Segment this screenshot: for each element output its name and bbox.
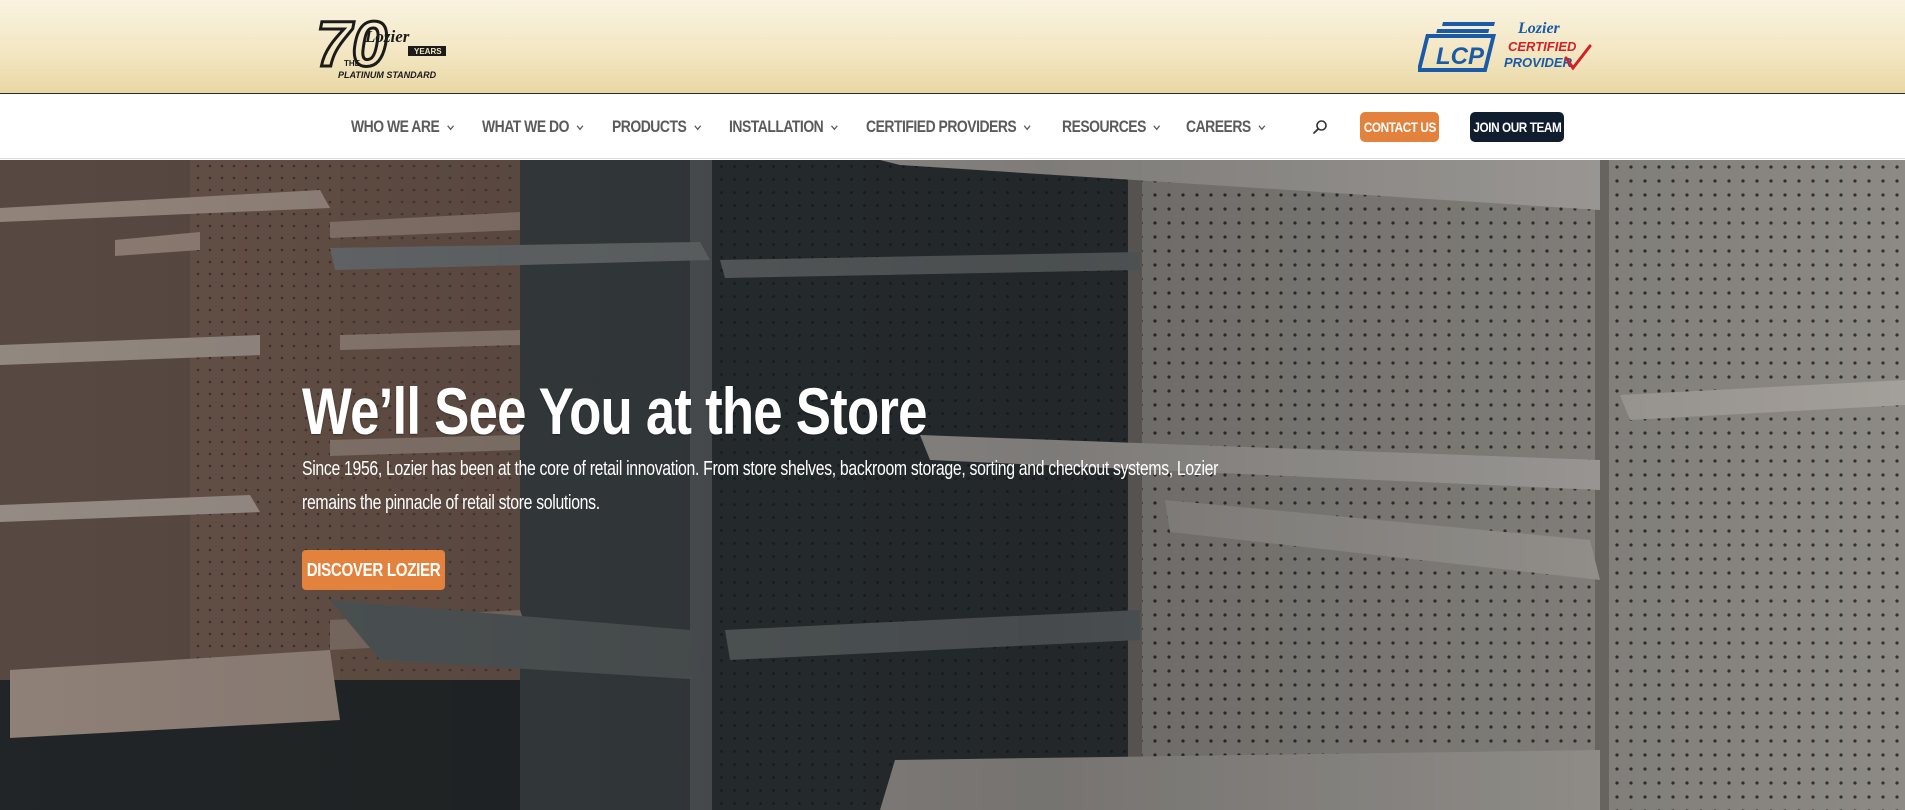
nav-certified-providers[interactable]: CERTIFIED PROVIDERS xyxy=(866,95,1031,159)
join-our-team-label: JOIN OUR TEAM xyxy=(1473,119,1561,135)
discover-lozier-button[interactable]: DISCOVER LOZIER xyxy=(302,550,445,590)
nav-products[interactable]: PRODUCTS xyxy=(612,95,701,159)
chevron-down-icon xyxy=(1153,124,1161,130)
nav-label: WHAT WE DO xyxy=(482,117,569,136)
contact-us-button[interactable]: CONTACT US xyxy=(1360,112,1439,142)
nav-label: WHO WE ARE xyxy=(351,117,440,136)
lcp-line2: PROVIDER xyxy=(1504,55,1573,70)
chevron-down-icon xyxy=(693,124,701,130)
nav-label: PRODUCTS xyxy=(612,117,687,136)
lcp-name: Lozier xyxy=(1517,20,1561,37)
contact-us-label: CONTACT US xyxy=(1363,119,1436,135)
nav-label: INSTALLATION xyxy=(729,117,824,136)
nav-resources[interactable]: RESOURCES xyxy=(1062,95,1161,159)
discover-lozier-label: DISCOVER LOZIER xyxy=(306,559,441,580)
chevron-down-icon xyxy=(576,124,584,130)
nav-label: CERTIFIED PROVIDERS xyxy=(866,117,1017,136)
main-nav: WHO WE ARE WHAT WE DO PRODUCTS INSTALLAT… xyxy=(0,95,1905,159)
nav-careers[interactable]: CAREERS xyxy=(1186,95,1266,159)
nav-label: RESOURCES xyxy=(1062,117,1146,136)
logo-tagline: PLATINUM STANDARD xyxy=(338,70,437,80)
logo-the: THE xyxy=(344,59,361,68)
lcp-line1: CERTIFIED xyxy=(1508,39,1577,54)
join-our-team-button[interactable]: JOIN OUR TEAM xyxy=(1470,112,1564,142)
lozier-70-years-logo[interactable]: 70 Lozier YEARS THE PLATINUM STANDARD xyxy=(316,10,452,84)
chevron-down-icon xyxy=(1258,124,1266,130)
hero-title: We’ll See You at the Store xyxy=(302,374,928,448)
logo-name: Lozier xyxy=(364,27,410,46)
chevron-down-icon xyxy=(830,124,838,130)
search-icon[interactable] xyxy=(1312,119,1328,135)
nav-what-we-do[interactable]: WHAT WE DO xyxy=(482,95,584,159)
hero-subtitle: Since 1956, Lozier has been at the core … xyxy=(302,458,1219,514)
brand-bar: 70 Lozier YEARS THE PLATINUM STANDARD LC… xyxy=(0,0,1905,94)
lcp-certified-provider-logo[interactable]: LCP Lozier CERTIFIED PROVIDER xyxy=(1418,18,1596,76)
nav-who-we-are[interactable]: WHO WE ARE xyxy=(351,95,454,159)
lcp-initials: LCP xyxy=(1436,43,1485,70)
chevron-down-icon xyxy=(446,124,454,130)
chevron-down-icon xyxy=(1023,124,1031,130)
logo-years: YEARS xyxy=(414,47,442,56)
nav-label: CAREERS xyxy=(1186,117,1251,136)
nav-installation[interactable]: INSTALLATION xyxy=(729,95,838,159)
hero-section: We’ll See You at the Store Since 1956, L… xyxy=(0,160,1905,810)
